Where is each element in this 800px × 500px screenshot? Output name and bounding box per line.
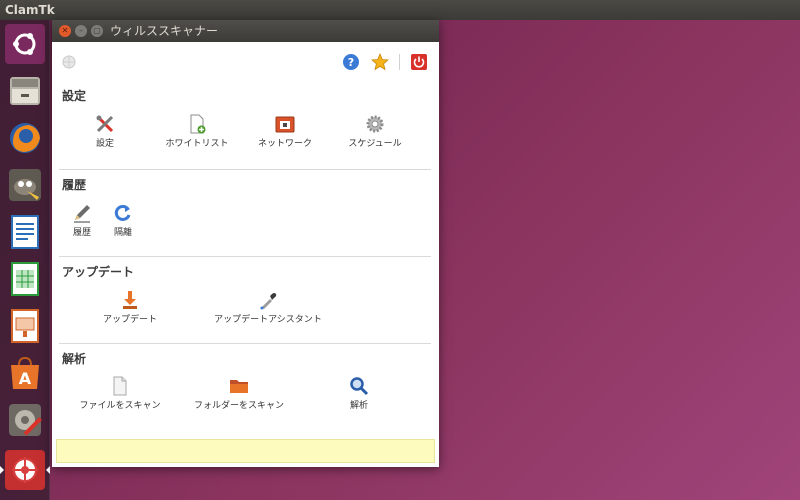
section-title-analysis: 解析 xyxy=(62,352,87,366)
launcher-calc[interactable] xyxy=(5,259,45,299)
launcher-ubuntu-dash[interactable] xyxy=(5,24,45,64)
section-divider xyxy=(59,169,431,170)
refresh-icon xyxy=(114,204,131,221)
dropper-icon xyxy=(260,293,277,310)
help-icon[interactable]: ? xyxy=(342,53,360,71)
quarantine-button[interactable]: 隔離 xyxy=(53,203,193,238)
svg-text:A: A xyxy=(19,369,32,388)
magnifier-icon xyxy=(350,377,369,396)
section-title-update: アップデート xyxy=(62,265,135,279)
star-icon[interactable] xyxy=(371,53,389,71)
section-title-settings: 設定 xyxy=(62,89,87,103)
quarantine-label: 隔離 xyxy=(113,228,132,238)
gimp-icon xyxy=(9,169,41,201)
update-assistant-button[interactable]: アップデートアシスタント xyxy=(198,290,338,325)
document-add-icon xyxy=(190,114,206,134)
clamtk-logo-icon xyxy=(62,55,76,69)
section-divider xyxy=(59,256,431,257)
download-icon xyxy=(123,291,137,309)
libreoffice-impress-icon xyxy=(11,309,39,343)
virus-scanner-window: ✕ – ▢ ウィルススキャナー ? 設定 設定 ホワイトリスト ネットワーク ス… xyxy=(52,20,439,467)
section-divider xyxy=(59,343,431,344)
launcher-clamtk[interactable] xyxy=(5,450,45,490)
scan-folder-button[interactable]: フォルダーをスキャン xyxy=(169,376,309,411)
toolbar-divider xyxy=(399,54,400,70)
launcher-software-center[interactable]: A xyxy=(5,353,45,393)
analysis-label: 解析 xyxy=(349,401,368,411)
schedule-label: スケジュール xyxy=(348,139,402,149)
svg-text:?: ? xyxy=(348,56,354,69)
window-close-button[interactable]: ✕ xyxy=(59,25,71,37)
tools-icon xyxy=(96,115,114,133)
libreoffice-calc-icon xyxy=(11,262,39,296)
section-title-history: 履歴 xyxy=(62,178,87,192)
update-assistant-label: アップデートアシスタント xyxy=(214,315,322,325)
window-minimize-button[interactable]: – xyxy=(75,25,87,37)
system-settings-icon xyxy=(9,404,42,436)
launcher-system-settings[interactable] xyxy=(5,400,45,440)
scan-folder-label: フォルダーをスキャン xyxy=(193,401,284,411)
launcher-gimp[interactable] xyxy=(5,165,45,205)
update-button[interactable]: アップデート xyxy=(60,290,200,325)
launcher-files[interactable] xyxy=(5,71,45,111)
app-name: ClamTk xyxy=(5,3,55,17)
ubuntu-logo-icon xyxy=(7,26,43,62)
top-panel: ClamTk xyxy=(0,0,800,20)
launcher: A xyxy=(0,20,50,500)
software-center-icon: A xyxy=(11,356,39,389)
network-icon xyxy=(275,116,295,133)
window-title: ウィルススキャナー xyxy=(110,24,219,38)
analysis-button[interactable]: 解析 xyxy=(289,376,429,411)
schedule-button[interactable]: スケジュール xyxy=(305,114,445,149)
toolbar: ? xyxy=(52,42,439,82)
launcher-running-indicator xyxy=(0,466,4,474)
window-titlebar[interactable]: ✕ – ▢ ウィルススキャナー xyxy=(52,20,439,42)
launcher-impress[interactable] xyxy=(5,306,45,346)
status-bar xyxy=(56,439,435,463)
update-label: アップデート xyxy=(102,315,157,325)
file-icon xyxy=(113,376,127,396)
clamtk-icon xyxy=(7,452,43,488)
folder-icon xyxy=(230,380,248,393)
launcher-focus-indicator xyxy=(46,466,50,474)
file-cabinet-icon xyxy=(10,77,40,105)
gear-icon xyxy=(366,115,384,133)
window-maximize-button[interactable]: ▢ xyxy=(91,25,103,37)
power-icon[interactable] xyxy=(410,53,428,71)
